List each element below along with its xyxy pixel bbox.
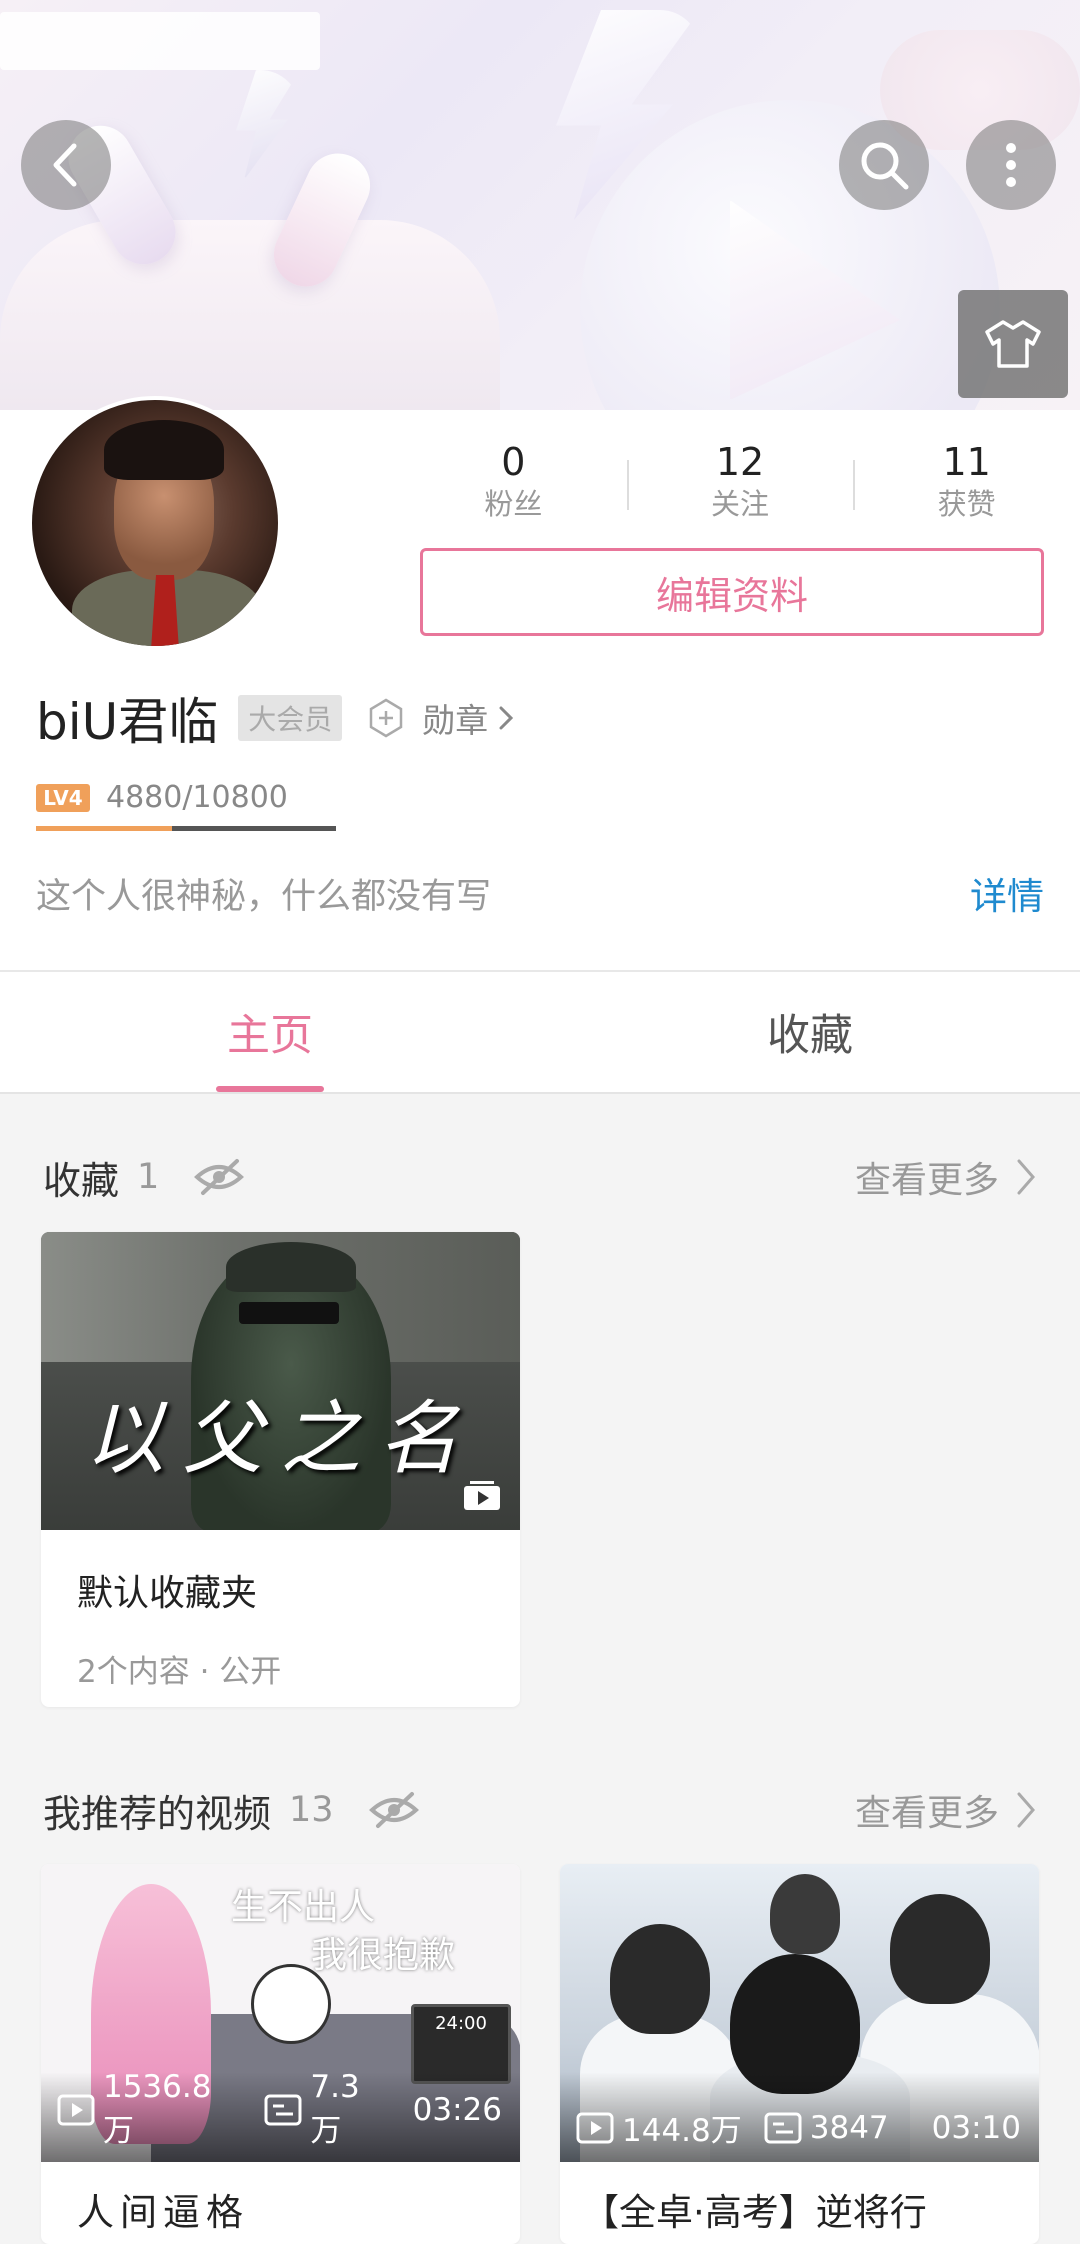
thumbnail-text: 我很抱歉 <box>311 1935 456 1976</box>
video-play-icon <box>464 1481 500 1510</box>
section-count: 1 <box>137 1157 160 1197</box>
tab-bar: 主页 收藏 <box>0 972 1080 1094</box>
video-stats: 144.8万 3847 03:10 <box>576 2105 1021 2150</box>
tab-favorites[interactable]: 收藏 <box>540 972 1080 1092</box>
recommended-more-link[interactable]: 查看更多 <box>855 1784 1037 1836</box>
favorites-more-link[interactable]: 查看更多 <box>855 1151 1037 1203</box>
more-vertical-icon <box>1006 143 1016 187</box>
edit-profile-button[interactable]: 编辑资料 <box>420 548 1044 636</box>
tshirt-icon <box>985 320 1041 368</box>
favorite-folder-card[interactable]: 以父之名 默认收藏夹 2个内容 · 公开 <box>41 1232 520 1707</box>
danmaku-icon <box>764 2112 802 2143</box>
more-button[interactable] <box>966 120 1056 210</box>
danmaku-count: 3847 <box>809 2109 889 2146</box>
video-title: 人间逼格 <box>77 2191 249 2234</box>
stat-label: 粉丝 <box>484 487 543 521</box>
avatar[interactable] <box>28 396 282 650</box>
section-count: 13 <box>289 1790 334 1830</box>
profile-banner <box>0 0 1080 410</box>
eye-hidden-icon[interactable] <box>193 1157 245 1197</box>
back-arrow-icon <box>53 143 77 187</box>
stat-following[interactable]: 12 关注 <box>626 440 854 530</box>
level-badge: LV4 <box>36 783 90 812</box>
play-count-icon <box>57 2094 95 2125</box>
back-button[interactable] <box>21 120 111 210</box>
exp-text: 4880/10800 <box>106 780 288 815</box>
stat-fans[interactable]: 0 粉丝 <box>400 440 627 530</box>
danmaku-count: 7.3万 <box>310 2069 360 2149</box>
chevron-right-icon <box>1017 1159 1035 1195</box>
video-duration: 03:10 <box>931 2109 1021 2146</box>
more-label: 查看更多 <box>854 1160 999 1201</box>
stat-number: 0 <box>501 440 526 484</box>
video-card[interactable]: 144.8万 3847 03:10 【全卓·高考】逆将行 <box>560 1864 1039 2244</box>
danmaku-icon <box>264 2094 302 2125</box>
section-title: 我推荐的视频 <box>43 1791 272 1836</box>
tab-home[interactable]: 主页 <box>0 972 540 1092</box>
folder-thumbnail: 以父之名 <box>41 1232 520 1530</box>
bio-row: 这个人很神秘，什么都没有写 详情 <box>36 866 1044 920</box>
favorites-header: 收藏 1 查看更多 <box>43 1147 1037 1207</box>
thumbnail-caption: 以父之名 <box>84 1392 477 1485</box>
vip-badge[interactable]: 大会员 <box>238 695 343 741</box>
exp-progress-bar <box>36 826 336 831</box>
medal-icon[interactable] <box>366 698 406 738</box>
profile-stats: 0 粉丝 12 关注 11 获赞 <box>400 440 1080 530</box>
stat-likes[interactable]: 11 获赞 <box>853 440 1080 530</box>
search-button[interactable] <box>839 120 929 210</box>
chevron-right-icon <box>499 706 514 730</box>
view-count: 144.8万 <box>622 2113 742 2149</box>
stat-number: 12 <box>715 440 765 484</box>
stat-label: 获赞 <box>937 487 996 521</box>
detail-link[interactable]: 详情 <box>970 866 1044 920</box>
username: biU君临 <box>36 693 219 751</box>
thumbnail-text: 生不出人 <box>231 1887 376 1928</box>
view-count: 1536.8万 <box>102 2069 212 2149</box>
stat-label: 关注 <box>711 487 770 521</box>
name-row: biU君临 大会员 勋章 <box>36 688 516 751</box>
folder-title: 默认收藏夹 <box>77 1573 258 1614</box>
chevron-right-icon <box>1017 1792 1035 1828</box>
video-thumbnail: 24:00 生不出人 我很抱歉 1536.8万 7.3万 03:26 <box>41 1864 520 2162</box>
video-duration: 03:26 <box>412 2091 502 2128</box>
stat-number: 11 <box>942 440 991 484</box>
more-label: 查看更多 <box>854 1793 999 1834</box>
dress-up-button[interactable] <box>958 290 1068 398</box>
bio-text: 这个人很神秘，什么都没有写 <box>36 876 492 917</box>
search-icon <box>861 142 909 190</box>
video-title: 【全卓·高考】逆将行 <box>582 2191 927 2234</box>
folder-meta: 2个内容 · 公开 <box>77 1654 282 1690</box>
video-thumbnail: 144.8万 3847 03:10 <box>560 1864 1039 2162</box>
section-title: 收藏 <box>43 1158 120 1203</box>
video-stats: 1536.8万 7.3万 03:26 <box>57 2069 502 2150</box>
exp-progress-fill <box>36 826 172 831</box>
video-card[interactable]: 24:00 生不出人 我很抱歉 1536.8万 7.3万 03:26 人间逼格 <box>41 1864 520 2244</box>
level-row: LV4 4880/10800 <box>36 780 288 815</box>
medal-link[interactable]: 勋章 <box>422 694 488 742</box>
eye-hidden-icon[interactable] <box>368 1790 420 1830</box>
play-count-icon <box>576 2112 614 2143</box>
recommended-header: 我推荐的视频 13 查看更多 <box>43 1780 1037 1840</box>
